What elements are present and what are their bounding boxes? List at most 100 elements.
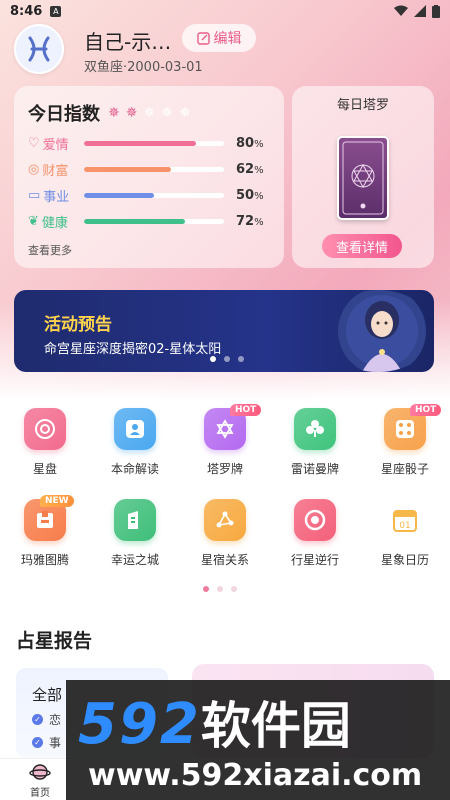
banner-dot[interactable]: [224, 356, 230, 362]
planet-home-icon: [29, 764, 51, 780]
feature-item[interactable]: 幸运之城: [90, 499, 180, 568]
index-progress-fill: [84, 218, 185, 224]
index-value: 80%: [236, 135, 264, 151]
feature-badge: NEW: [40, 495, 74, 507]
chart-wheel-icon[interactable]: [24, 408, 66, 450]
star-rating: ✵ ✵ ✵ ✵ ✵: [108, 105, 191, 121]
edit-button[interactable]: 编辑: [182, 24, 256, 52]
coin-icon: ◎: [28, 161, 40, 177]
index-value: 72%: [236, 213, 264, 229]
index-row: ♡ 爱情 80%: [28, 134, 270, 153]
planet-ring-icon[interactable]: [294, 499, 336, 541]
feature-item[interactable]: 星盘: [0, 408, 90, 477]
nav-home-label: 首页: [30, 788, 50, 799]
rating-star-icon: ✵: [125, 105, 138, 121]
feature-item[interactable]: 01 星象日历: [360, 499, 450, 568]
rating-star-icon: ✵: [178, 105, 191, 121]
feature-page-dot[interactable]: [203, 586, 209, 592]
check-icon: ✓: [32, 714, 43, 725]
today-index-card[interactable]: 今日指数 ✵ ✵ ✵ ✵ ✵ ♡ 爱情 80% ◎ 财富 62% ▭ 事业 50% ❦ 健康 72% 查看更多: [14, 86, 284, 268]
feature-label: 幸运之城: [110, 553, 159, 567]
feature-label: 玛雅图腾: [20, 553, 69, 567]
banner-character-illustration: [338, 290, 426, 372]
index-label: ◎ 财富: [28, 161, 69, 179]
index-row: ▭ 事业 50%: [28, 186, 270, 205]
watermark-brand: 592软件园: [78, 692, 351, 757]
index-label: ▭ 事业: [28, 187, 70, 205]
svg-text:01: 01: [399, 521, 410, 531]
feature-page-dot[interactable]: [231, 586, 237, 592]
index-progress-fill: [84, 192, 154, 198]
calendar-icon[interactable]: 01: [384, 499, 426, 541]
index-progress-bar: [84, 140, 224, 146]
feature-label: 星座骰子: [380, 462, 429, 476]
building-icon[interactable]: [114, 499, 156, 541]
nav-home[interactable]: 首页: [22, 761, 58, 799]
heart-icon: ♡: [28, 135, 40, 151]
status-icons: [394, 4, 440, 18]
watermark-url: www.592xiazai.com: [88, 758, 423, 793]
feature-label: 星盘: [32, 462, 57, 476]
feature-label: 行星逆行: [290, 553, 339, 567]
daily-tarot-title: 每日塔罗: [336, 98, 389, 113]
constellation-icon[interactable]: [204, 499, 246, 541]
signal-icon: [414, 5, 426, 17]
index-row: ◎ 财富 62%: [28, 160, 270, 179]
index-progress-fill: [84, 166, 171, 172]
leaf-icon: ❦: [28, 213, 39, 229]
today-index-header: 今日指数 ✵ ✵ ✵ ✵ ✵: [28, 100, 270, 126]
feature-label: 星宿关系: [200, 553, 249, 567]
index-progress-bar: [84, 192, 224, 198]
index-progress-fill: [84, 140, 196, 146]
feature-item[interactable]: 星宿关系: [180, 499, 270, 568]
wifi-icon: [394, 5, 408, 16]
banner-subtitle: 命宫星座深度揭密02-星体太阳: [44, 342, 222, 357]
user-sign-birthday: 双鱼座·2000-03-01: [84, 60, 203, 75]
banner-pagination: [210, 356, 244, 362]
tarot-card-image[interactable]: [337, 136, 389, 220]
feature-badge: HOT: [410, 404, 442, 416]
check-icon: ✓: [32, 737, 43, 748]
feature-label: 星象日历: [380, 553, 429, 567]
feature-item[interactable]: HOT 塔罗牌: [180, 404, 270, 477]
banner-dot[interactable]: [238, 356, 244, 362]
index-value: 50%: [236, 187, 264, 203]
feature-item[interactable]: 行星逆行: [270, 499, 360, 568]
feature-item[interactable]: 雷诺曼牌: [270, 408, 360, 477]
see-more-link[interactable]: 查看更多: [28, 242, 72, 258]
feature-item[interactable]: 本命解读: [90, 408, 180, 477]
feature-label: 塔罗牌: [206, 462, 243, 476]
feature-page-dot[interactable]: [217, 586, 223, 592]
watermark-overlay: 592软件园 www.592xiazai.com: [66, 680, 450, 800]
report-section-title: 占星报告: [16, 630, 93, 652]
banner-title: 活动预告: [44, 315, 112, 335]
battery-icon: [432, 4, 440, 18]
tarot-detail-button[interactable]: 查看详情: [322, 234, 402, 258]
rating-star-icon: ✵: [143, 105, 156, 121]
briefcase-icon: ▭: [28, 187, 41, 203]
index-row: ❦ 健康 72%: [28, 212, 270, 231]
person-card-icon[interactable]: [114, 408, 156, 450]
pisces-icon: [28, 36, 50, 62]
banner-dot[interactable]: [210, 356, 216, 362]
rating-star-icon: ✵: [161, 105, 173, 121]
edit-icon: [196, 31, 210, 45]
feature-label: 雷诺曼牌: [290, 462, 339, 476]
index-progress-bar: [84, 166, 224, 172]
index-label: ❦ 健康: [28, 213, 68, 231]
rating-star-icon: ✵: [108, 105, 120, 121]
feature-pagination: [203, 586, 237, 592]
club-icon[interactable]: [294, 408, 336, 450]
index-progress-bar: [84, 218, 224, 224]
feature-badge: HOT: [230, 404, 262, 416]
today-index-title: 今日指数: [28, 104, 100, 125]
feature-item[interactable]: HOT 星座骰子: [360, 404, 450, 477]
avatar[interactable]: [14, 24, 64, 74]
index-value: 62%: [236, 161, 264, 177]
status-bar: 8:46 A: [0, 0, 450, 22]
tarot-hexagram-icon: [342, 141, 384, 215]
notification-icon: A: [50, 5, 62, 17]
index-label: ♡ 爱情: [28, 135, 69, 153]
feature-item[interactable]: NEW 玛雅图腾: [0, 495, 90, 568]
daily-tarot-card[interactable]: 每日塔罗 查看详情: [292, 86, 434, 268]
